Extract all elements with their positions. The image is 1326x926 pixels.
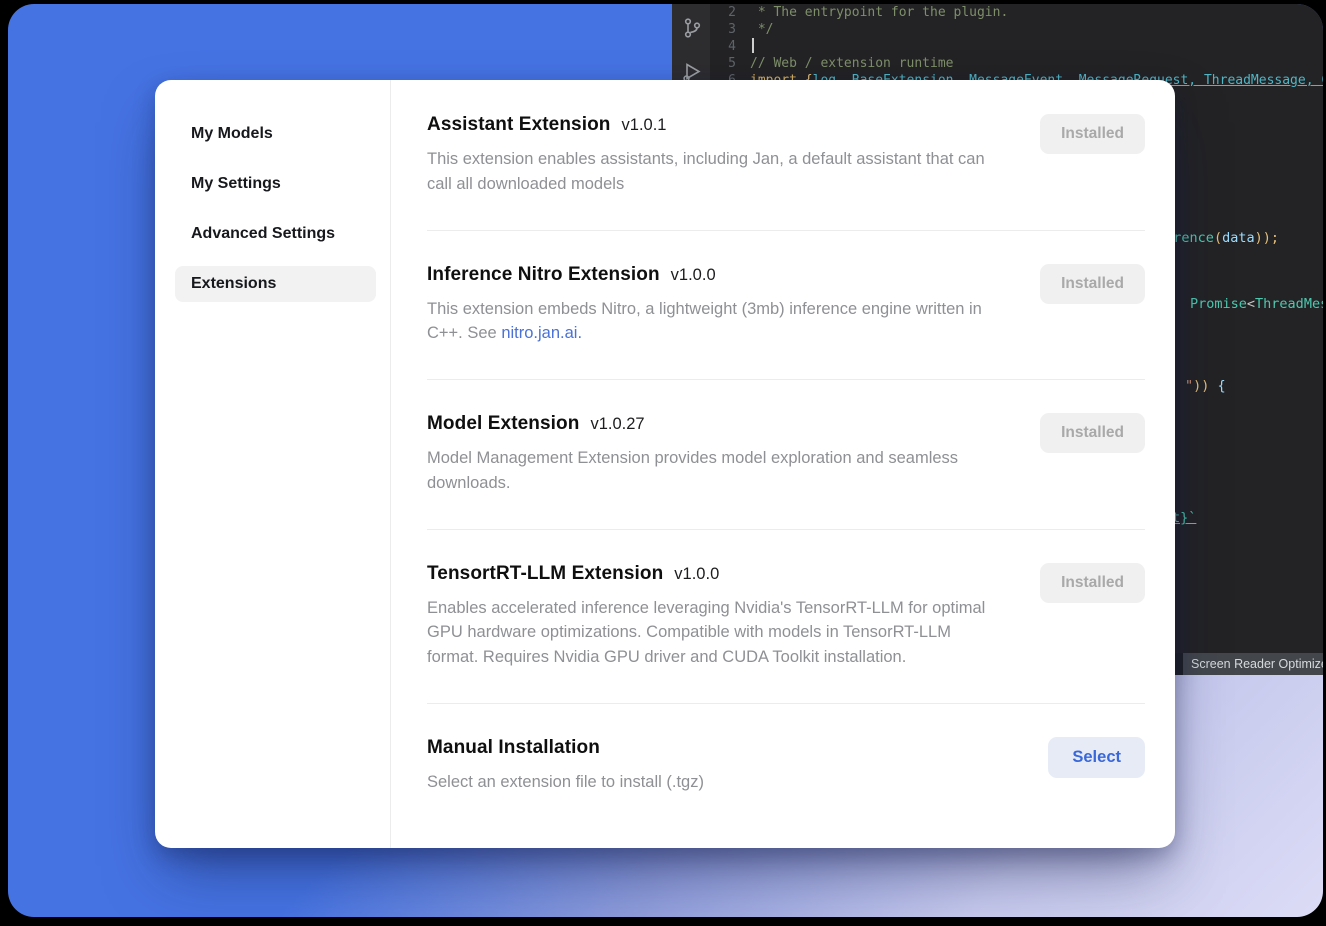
- manual-installation-row: Manual Installation Select an extension …: [427, 704, 1145, 828]
- line-number: 5: [710, 55, 750, 72]
- extension-row-tensorrt-llm: TensortRT-LLM Extension v1.0.0 Enables a…: [427, 530, 1145, 704]
- extension-info: TensortRT-LLM Extension v1.0.0 Enables a…: [427, 563, 1002, 670]
- extension-title-line: Inference Nitro Extension v1.0.0: [427, 264, 1002, 286]
- extension-description: This extension enables assistants, inclu…: [427, 147, 1002, 197]
- screen-reader-status[interactable]: Screen Reader Optimized: [1183, 653, 1323, 675]
- extension-description: This extension embeds Nitro, a lightweig…: [427, 297, 1002, 347]
- code-paren: )): [1193, 378, 1209, 394]
- code-line: 2 * The entrypoint for the plugin.: [710, 4, 1323, 21]
- extension-title-line: Assistant Extension v1.0.1: [427, 114, 1002, 136]
- installed-button[interactable]: Installed: [1040, 413, 1145, 453]
- select-file-button[interactable]: Select: [1048, 737, 1145, 778]
- installed-button[interactable]: Installed: [1040, 114, 1145, 154]
- extension-row-inference-nitro: Inference Nitro Extension v1.0.0 This ex…: [427, 231, 1145, 381]
- extension-version: v1.0.27: [590, 415, 644, 434]
- code-type: Promise: [1190, 296, 1247, 312]
- code-text: */: [750, 21, 773, 38]
- extension-info: Model Extension v1.0.27 Model Management…: [427, 413, 1002, 496]
- sidebar-item-my-models[interactable]: My Models: [175, 116, 376, 152]
- code-fragment: ")) {: [1185, 378, 1226, 394]
- nitro-jan-ai-link[interactable]: nitro.jan.ai.: [501, 324, 582, 342]
- sidebar-item-advanced-settings[interactable]: Advanced Settings: [175, 216, 376, 252]
- code-paren: ));: [1255, 230, 1279, 246]
- line-number: 4: [710, 38, 750, 55]
- code-brace: {: [1209, 378, 1225, 394]
- extension-name: Inference Nitro Extension: [427, 264, 660, 286]
- code-paren: (: [1214, 230, 1222, 246]
- extension-description: Enables accelerated inference leveraging…: [427, 596, 1002, 670]
- extension-title-line: Model Extension v1.0.27: [427, 413, 1002, 435]
- extension-version: v1.0.0: [674, 565, 719, 584]
- extension-info: Assistant Extension v1.0.1 This extensio…: [427, 114, 1002, 197]
- line-number: 3: [710, 21, 750, 38]
- code-string: ": [1185, 378, 1193, 394]
- extension-name: TensortRT-LLM Extension: [427, 563, 663, 585]
- code-punct: <: [1247, 296, 1255, 312]
- source-control-icon[interactable]: [680, 16, 704, 40]
- extension-name: Model Extension: [427, 413, 579, 435]
- manual-installation-info: Manual Installation Select an extension …: [427, 737, 704, 795]
- code-fragment: t}`: [1172, 510, 1196, 526]
- installed-button[interactable]: Installed: [1040, 563, 1145, 603]
- extension-description: Model Management Extension provides mode…: [427, 446, 1002, 496]
- code-text: * The entrypoint for the plugin.: [750, 4, 1008, 21]
- extension-info: Inference Nitro Extension v1.0.0 This ex…: [427, 264, 1002, 347]
- code-type: ThreadMessage: [1255, 296, 1323, 312]
- app-window: 2 * The entrypoint for the plugin. 3 */ …: [8, 4, 1323, 917]
- manual-installation-title-line: Manual Installation: [427, 737, 704, 759]
- extension-version: v1.0.0: [671, 266, 716, 285]
- code-template-string: t}`: [1172, 510, 1196, 526]
- sidebar-item-my-settings[interactable]: My Settings: [175, 166, 376, 202]
- manual-installation-description: Select an extension file to install (.tg…: [427, 770, 704, 795]
- settings-sidebar: My Models My Settings Advanced Settings …: [155, 80, 391, 848]
- code-line: 5 // Web / extension runtime: [710, 55, 1323, 72]
- extension-title-line: TensortRT-LLM Extension v1.0.0: [427, 563, 1002, 585]
- code-arg: data: [1222, 230, 1255, 246]
- line-number: 2: [710, 4, 750, 21]
- manual-installation-title: Manual Installation: [427, 737, 600, 759]
- code-line: 3 */: [710, 21, 1323, 38]
- text-cursor: [752, 38, 754, 53]
- extension-row-assistant: Assistant Extension v1.0.1 This extensio…: [427, 114, 1145, 231]
- installed-button[interactable]: Installed: [1040, 264, 1145, 304]
- extension-version: v1.0.1: [622, 116, 667, 135]
- code-text: // Web / extension runtime: [750, 55, 954, 72]
- code-fragment: Promise<ThreadMessage>: [1190, 296, 1323, 312]
- extension-name: Assistant Extension: [427, 114, 611, 136]
- sidebar-item-extensions[interactable]: Extensions: [175, 266, 376, 302]
- code-line: 4: [710, 38, 1323, 55]
- extensions-list: Assistant Extension v1.0.1 This extensio…: [391, 80, 1175, 848]
- extension-row-model: Model Extension v1.0.27 Model Management…: [427, 380, 1145, 530]
- settings-modal: My Models My Settings Advanced Settings …: [155, 80, 1175, 848]
